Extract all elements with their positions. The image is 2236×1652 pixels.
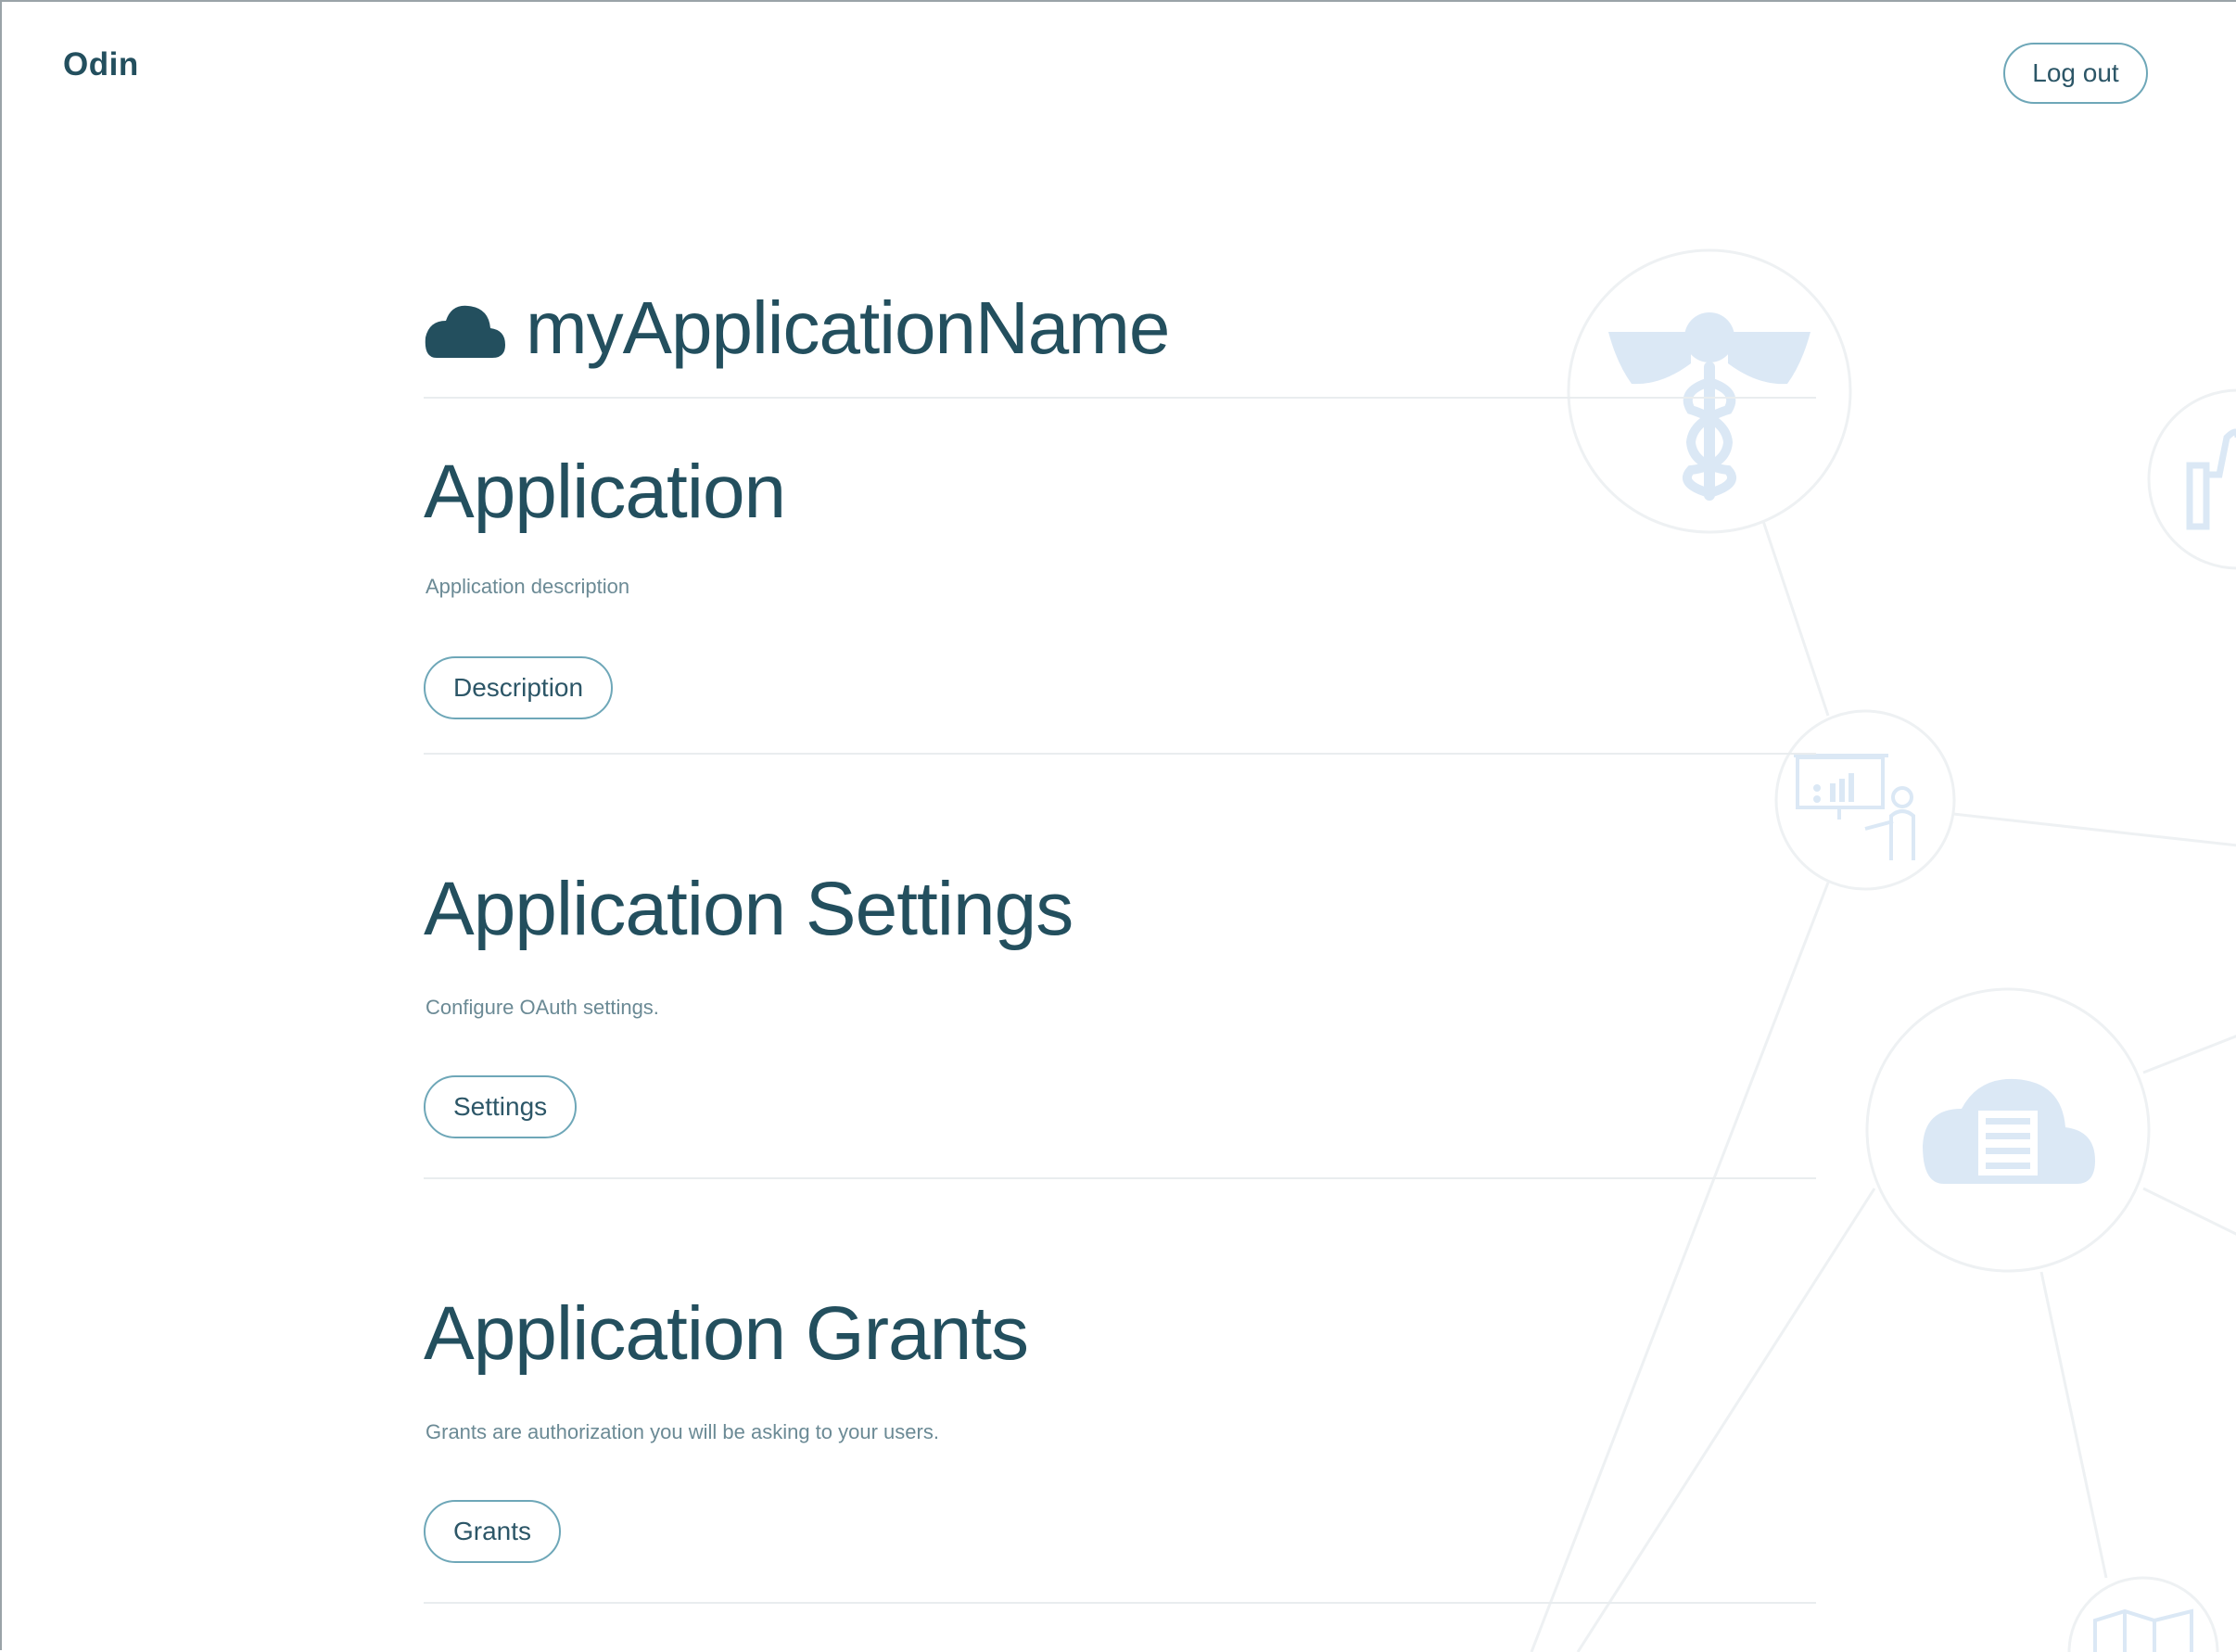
section-description: Configure OAuth settings. (426, 996, 659, 1019)
section-title: Application Settings (424, 867, 1074, 951)
section-description: Application description (426, 575, 630, 598)
main-content: myApplicationName Application Applicatio… (424, 280, 1816, 1604)
map-icon (2093, 1608, 2193, 1652)
description-button[interactable]: Description (424, 656, 614, 719)
section-application-grants: Application Grants Grants are authorizat… (424, 1179, 1816, 1604)
cloud-server-icon (1923, 1078, 2095, 1184)
section-application: Application Application description Desc… (424, 399, 1816, 755)
section-title: Application (424, 450, 786, 534)
section-description: Grants are authorization you will be ask… (426, 1420, 939, 1443)
cloud-icon (425, 305, 505, 358)
grants-button[interactable]: Grants (424, 1500, 562, 1563)
section-application-settings: Application Settings Configure OAuth set… (424, 755, 1816, 1179)
thumbs-up-icon (2186, 428, 2236, 530)
application-header: myApplicationName (424, 280, 1816, 399)
logout-button[interactable]: Log out (2003, 43, 2148, 104)
section-title: Application Grants (424, 1291, 1029, 1376)
settings-button[interactable]: Settings (424, 1075, 578, 1138)
application-name: myApplicationName (526, 286, 1170, 369)
brand-logo[interactable]: Odin (63, 46, 139, 83)
